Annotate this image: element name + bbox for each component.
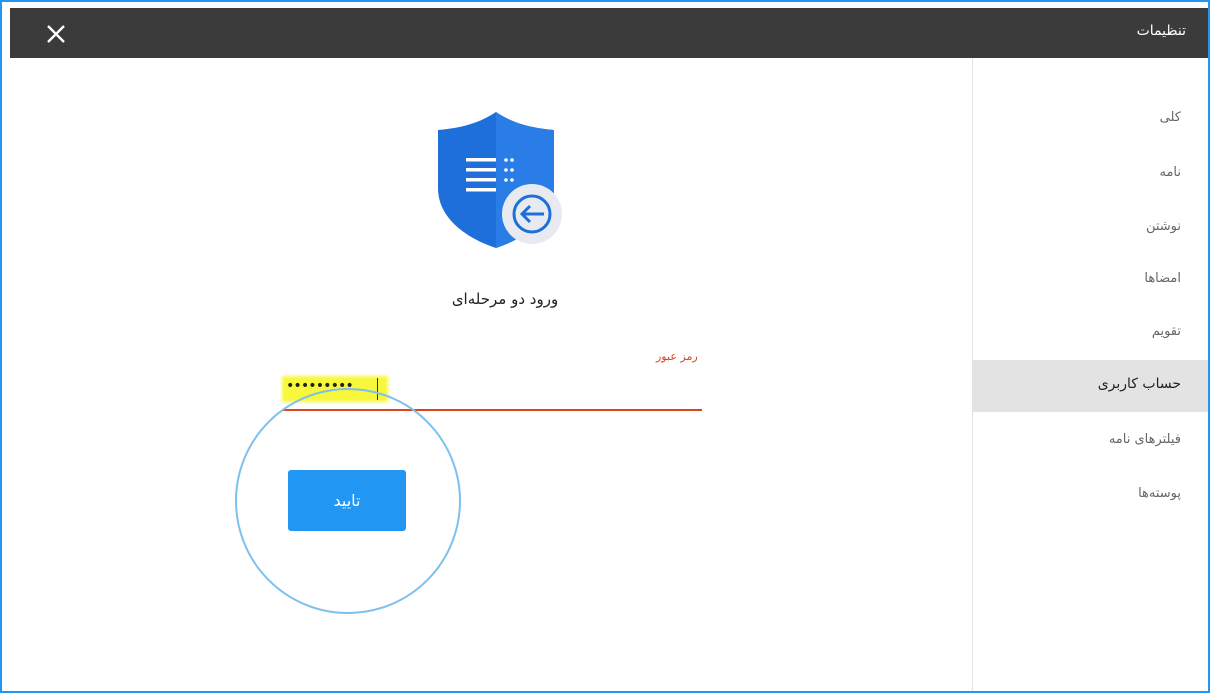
- close-icon: [47, 25, 65, 43]
- confirm-button[interactable]: تایید: [288, 470, 406, 531]
- main-panel: ورود دو مرحله‌ای رمز عبور ••••••••• تایی…: [10, 58, 972, 691]
- password-label: رمز عبور: [656, 350, 698, 363]
- settings-sidebar: کلی نامه نوشتن امضاها تقویم حساب کاربری …: [972, 58, 1208, 691]
- close-button[interactable]: [38, 16, 74, 52]
- sidebar-item-account[interactable]: حساب کاربری: [973, 360, 1208, 412]
- sidebar-item-themes[interactable]: پوسته‌ها: [1138, 486, 1181, 501]
- page-heading: ورود دو مرحله‌ای: [451, 290, 559, 308]
- sidebar-item-calendar[interactable]: تقویم: [1152, 324, 1181, 339]
- title-bar: تنظیمات: [10, 8, 1208, 58]
- shield-login-icon: [438, 112, 562, 248]
- settings-window: تنظیمات کلی نامه نوشتن امضاها تقویم حساب…: [0, 0, 1210, 693]
- sidebar-item-general[interactable]: کلی: [1160, 110, 1181, 125]
- sidebar-item-mail[interactable]: نامه: [1159, 165, 1181, 180]
- sidebar-item-compose[interactable]: نوشتن: [1146, 219, 1181, 234]
- window-title: تنظیمات: [1136, 23, 1186, 39]
- sidebar-item-label: حساب کاربری: [1097, 376, 1181, 392]
- sidebar-item-mail-filters[interactable]: فیلترهای نامه: [1109, 432, 1181, 447]
- sidebar-item-signatures[interactable]: امضاها: [1144, 271, 1181, 286]
